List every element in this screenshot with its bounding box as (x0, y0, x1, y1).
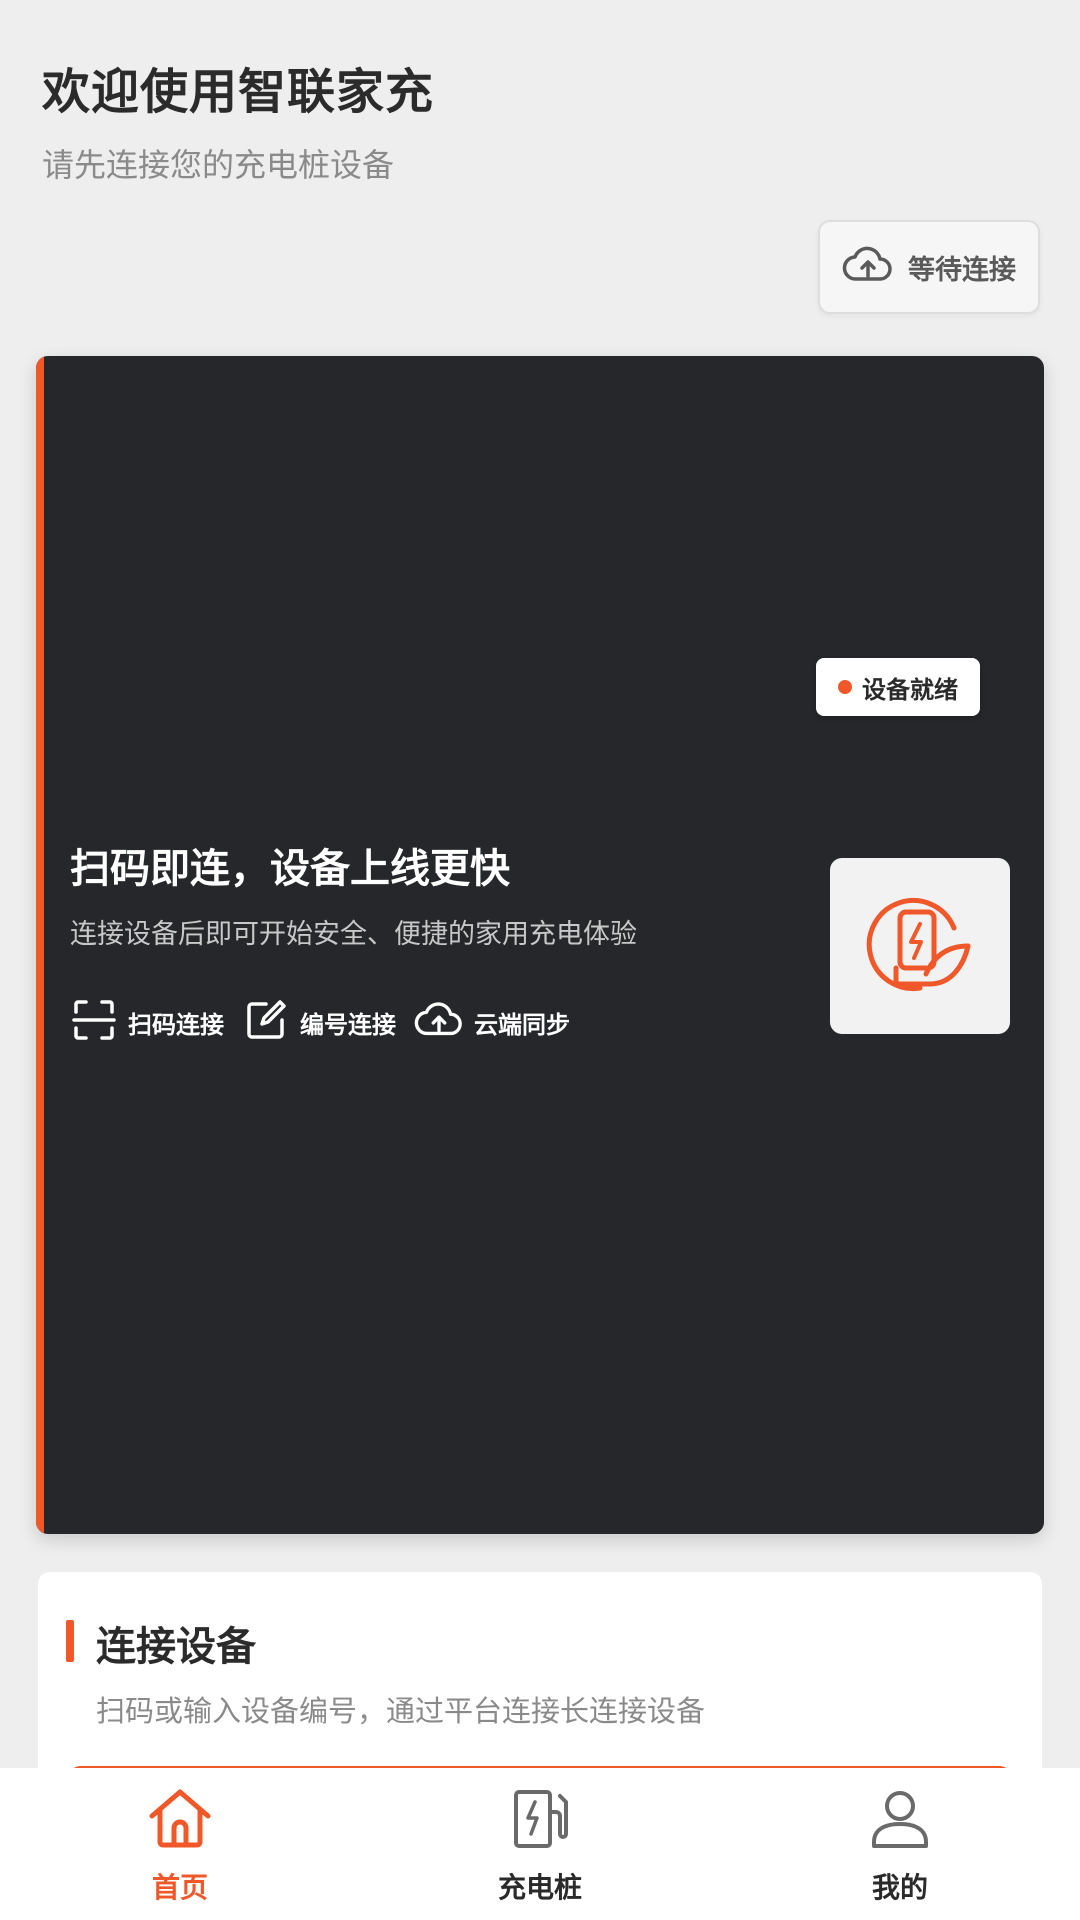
cloud-upload-icon (414, 1000, 464, 1044)
status-dot (838, 680, 852, 694)
hero-description: 连接设备后即可开始安全、便捷的家用充电体验 (70, 919, 637, 950)
feature-cloud-sync: 云端同步 (414, 1000, 570, 1044)
scan-icon (70, 996, 118, 1048)
page-title: 欢迎使用智联家充 (42, 64, 435, 120)
section-title: 连接设备 (96, 1624, 256, 1670)
feature-scan-label: 扫码连接 (128, 1010, 224, 1039)
device-tile (830, 858, 1010, 1034)
status-badge: 设备就绪 (816, 658, 980, 716)
nav-label-charger: 充电桩 (497, 1871, 582, 1904)
nav-item-home[interactable]: 首页 (70, 1768, 290, 1920)
feature-number-connect: 编号连接 (242, 996, 396, 1048)
feature-cloud-label: 云端同步 (474, 1010, 570, 1039)
edit-icon (242, 996, 290, 1048)
cloud-upload-icon (842, 245, 894, 289)
user-icon (864, 1782, 936, 1858)
home-icon (144, 1782, 216, 1858)
feature-scan-connect: 扫码连接 (70, 996, 224, 1048)
nav-item-charger[interactable]: 充电桩 (430, 1768, 650, 1920)
hero-accent-bar (36, 356, 44, 1534)
page-subtitle: 请先连接您的充电桩设备 (42, 146, 395, 184)
charger-leaf-icon (860, 884, 980, 1008)
nav-label-profile: 我的 (871, 1871, 928, 1904)
connection-status-chip[interactable]: 等待连接 (818, 220, 1040, 314)
bottom-nav: 首页 充电桩 我的 (0, 1768, 1080, 1920)
section-accent-bar (66, 1620, 74, 1662)
app-screen: 欢迎使用智联家充 请先连接您的充电桩设备 等待连接 扫码即连，设备上线更快 连接… (0, 0, 1080, 1920)
nav-item-profile[interactable]: 我的 (790, 1768, 1010, 1920)
section-description: 扫码或输入设备编号，通过平台连接长连接设备 (96, 1694, 706, 1728)
feature-number-label: 编号连接 (300, 1010, 396, 1039)
hero-feature-list: 扫码连接 编号连接 云端同步 (70, 996, 570, 1048)
hero-card: 扫码即连，设备上线更快 连接设备后即可开始安全、便捷的家用充电体验 扫码连接 编… (36, 356, 1044, 1534)
status-badge-label: 设备就绪 (862, 675, 958, 704)
hero-title: 扫码即连，设备上线更快 (70, 846, 510, 892)
nav-label-home: 首页 (151, 1871, 208, 1904)
connection-status-label: 等待连接 (908, 254, 1016, 286)
charging-pile-icon (504, 1782, 576, 1858)
